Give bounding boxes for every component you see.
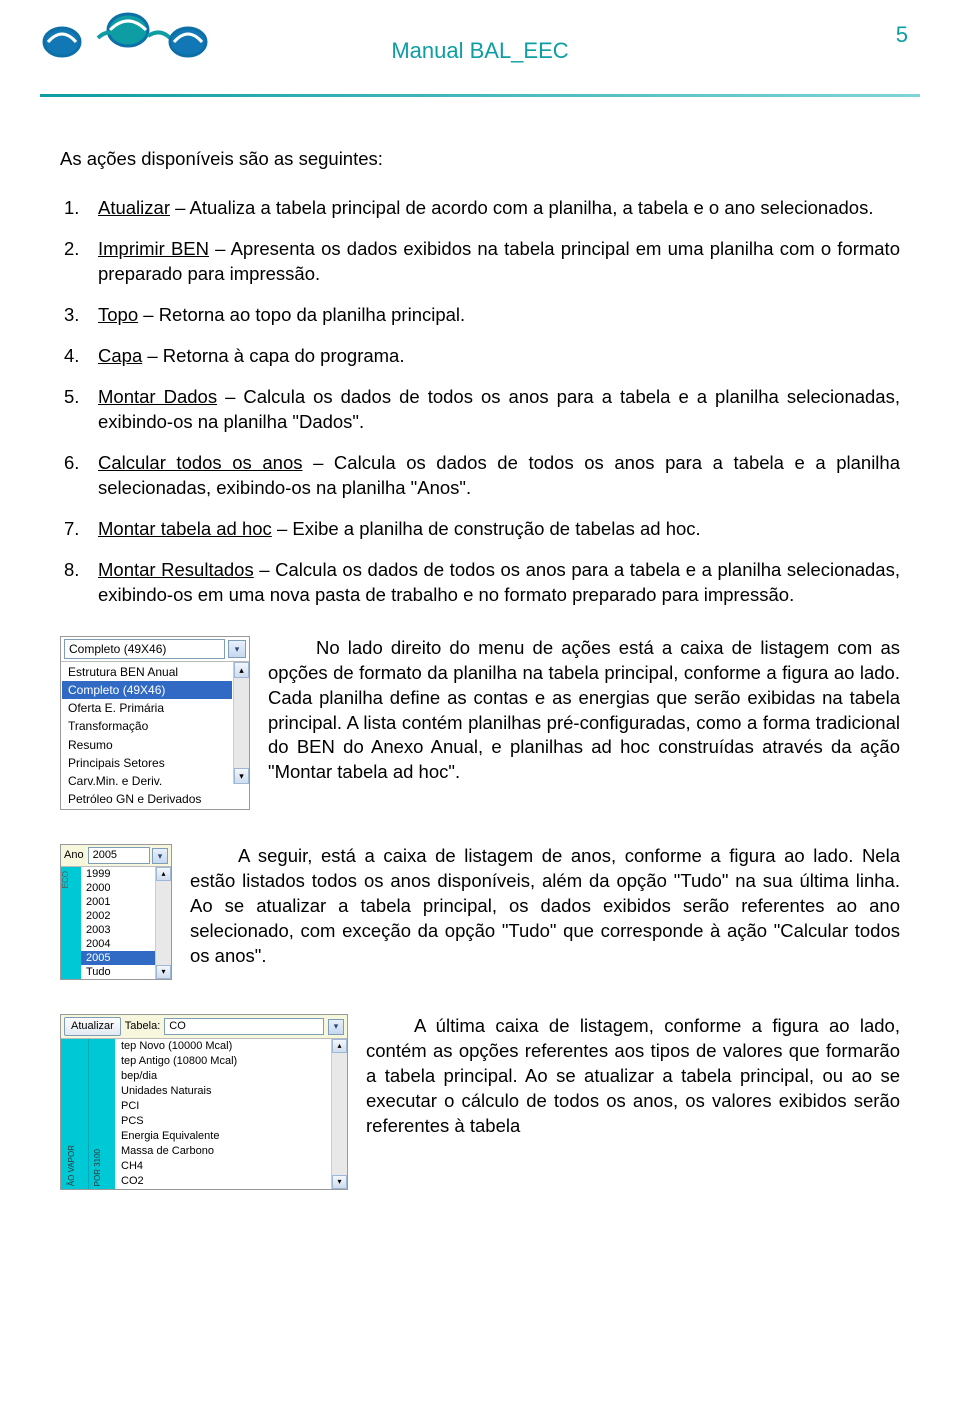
list-item[interactable]: Oferta E. Primária [62, 699, 232, 717]
chevron-down-icon: ▾ [158, 850, 163, 862]
action-desc: – Exibe a planilha de construção de tabe… [272, 518, 701, 539]
list-item[interactable]: PCI [115, 1099, 331, 1114]
year-list[interactable]: 1999 2000 2001 2002 2003 2004 2005 Tudo [81, 867, 155, 979]
list-item[interactable]: Carv.Min. e Deriv. [62, 772, 232, 790]
scroll-down-icon[interactable]: ▾ [332, 1175, 347, 1189]
list-item[interactable]: 2003 [81, 923, 155, 937]
list-item[interactable]: 2004 [81, 937, 155, 951]
scrollbar[interactable]: ▴ ▾ [155, 867, 171, 979]
format-combo[interactable]: Completo (49X46) ▾ [61, 637, 249, 662]
action-item: Capa – Retorna à capa do programa. [60, 344, 900, 369]
intro-text: As ações disponíveis são as seguintes: [60, 147, 900, 172]
tabela-listbox-figure: Atualizar Tabela: CO ▾ ÃO VAPOR POR 3100… [60, 1014, 348, 1190]
action-desc: – Retorna à capa do programa. [142, 345, 404, 366]
dropdown-icon[interactable]: ▾ [152, 848, 168, 864]
chevron-down-icon: ▾ [235, 643, 240, 655]
list-item[interactable]: 2002 [81, 909, 155, 923]
format-combo-value: Completo (49X46) [64, 639, 225, 659]
list-item[interactable]: Estrutura BEN Anual [62, 663, 232, 681]
list-item[interactable]: PCS [115, 1114, 331, 1129]
side-vertical-label: POR 3100 [93, 1149, 104, 1186]
action-name: Montar tabela ad hoc [98, 518, 272, 539]
action-name: Capa [98, 345, 142, 366]
list-item[interactable]: 2000 [81, 881, 155, 895]
scroll-up-icon[interactable]: ▴ [332, 1039, 347, 1053]
action-item: Imprimir BEN – Apresenta os dados exibid… [60, 237, 900, 287]
format-list[interactable]: Estrutura BEN Anual Completo (49X46) Ofe… [61, 662, 233, 810]
action-desc: – Atualiza a tabela principal de acordo … [170, 197, 873, 218]
scroll-up-icon[interactable]: ▴ [234, 662, 249, 678]
tabela-list[interactable]: tep Novo (10000 Mcal) tep Antigo (10800 … [115, 1039, 331, 1189]
action-item: Montar tabela ad hoc – Exibe a planilha … [60, 517, 900, 542]
action-desc: – Apresenta os dados exibidos na tabela … [98, 238, 900, 284]
dropdown-icon[interactable]: ▾ [228, 640, 246, 658]
scroll-down-icon[interactable]: ▾ [234, 768, 249, 784]
list-item[interactable]: Principais Setores [62, 754, 232, 772]
list-item[interactable]: Transformação [62, 717, 232, 735]
list-item[interactable]: tep Novo (10000 Mcal) [115, 1039, 331, 1054]
action-item: Montar Dados – Calcula os dados de todos… [60, 385, 900, 435]
tabela-toolbar: Atualizar Tabela: CO ▾ [61, 1015, 347, 1039]
action-name: Topo [98, 304, 138, 325]
action-item: Atualizar – Atualiza a tabela principal … [60, 196, 900, 221]
list-item[interactable]: Petróleo GN e Derivados [62, 790, 232, 808]
list-item[interactable]: Energia Equivalente [115, 1129, 331, 1144]
action-item: Montar Resultados – Calcula os dados de … [60, 558, 900, 608]
atualizar-button[interactable]: Atualizar [64, 1017, 121, 1036]
action-desc: – Retorna ao topo da planilha principal. [138, 304, 465, 325]
list-item[interactable]: Unidades Naturais [115, 1084, 331, 1099]
chevron-down-icon: ▾ [334, 1020, 339, 1032]
list-item[interactable]: Completo (49X46) [62, 681, 232, 699]
list-item[interactable]: CH4 [115, 1159, 331, 1174]
scrollbar[interactable]: ▴ ▾ [233, 662, 249, 784]
action-name: Montar Resultados [98, 559, 254, 580]
list-item[interactable]: Tudo [81, 965, 155, 979]
year-side-panel: ECO [61, 867, 81, 979]
scroll-up-icon[interactable]: ▴ [156, 867, 171, 881]
action-name: Imprimir BEN [98, 238, 209, 259]
format-listbox-figure: Completo (49X46) ▾ Estrutura BEN Anual C… [60, 636, 250, 811]
page-number: 5 [896, 22, 908, 48]
list-item[interactable]: 1999 [81, 867, 155, 881]
year-block: Ano 2005 ▾ ECO 1999 2000 2001 2002 2003 … [60, 844, 900, 986]
action-name: Atualizar [98, 197, 170, 218]
list-item[interactable]: CO2 [115, 1174, 331, 1189]
action-name: Calcular todos os anos [98, 452, 303, 473]
year-paragraph: A seguir, está a caixa de listagem de an… [60, 844, 900, 969]
list-item[interactable]: bep/dia [115, 1069, 331, 1084]
dropdown-icon[interactable]: ▾ [328, 1019, 344, 1035]
year-listbox-figure: Ano 2005 ▾ ECO 1999 2000 2001 2002 2003 … [60, 844, 172, 980]
tabela-combo-value[interactable]: CO [164, 1018, 324, 1035]
list-item[interactable]: 2005 [81, 951, 155, 965]
year-combo-value: 2005 [88, 847, 150, 864]
action-desc: – Calcula os dados de todos os anos para… [98, 386, 900, 432]
list-item[interactable]: 2001 [81, 895, 155, 909]
list-item[interactable]: Resumo [62, 736, 232, 754]
actions-list: Atualizar – Atualiza a tabela principal … [60, 196, 900, 608]
year-label: Ano [64, 848, 84, 863]
list-item[interactable]: Massa de Carbono [115, 1144, 331, 1159]
tabela-label: Tabela: [125, 1019, 160, 1034]
page-header: Manual BAL_EEC 5 [0, 0, 960, 90]
year-combo[interactable]: Ano 2005 ▾ [61, 845, 171, 867]
logo [40, 8, 210, 64]
scroll-down-icon[interactable]: ▾ [156, 965, 171, 979]
scrollbar[interactable]: ▴ ▾ [331, 1039, 347, 1189]
action-item: Topo – Retorna ao topo da planilha princ… [60, 303, 900, 328]
list-item[interactable]: tep Antigo (10800 Mcal) [115, 1054, 331, 1069]
action-item: Calcular todos os anos – Calcula os dado… [60, 451, 900, 501]
format-block: Completo (49X46) ▾ Estrutura BEN Anual C… [60, 636, 900, 817]
eco-label: ECO [61, 867, 72, 892]
tabela-side-panel: ÃO VAPOR POR 3100 [61, 1039, 115, 1189]
tabela-block: Atualizar Tabela: CO ▾ ÃO VAPOR POR 3100… [60, 1014, 900, 1196]
action-name: Montar Dados [98, 386, 217, 407]
side-vertical-label: ÃO VAPOR [67, 1145, 78, 1186]
page-content: As ações disponíveis são as seguintes: A… [0, 97, 960, 1196]
